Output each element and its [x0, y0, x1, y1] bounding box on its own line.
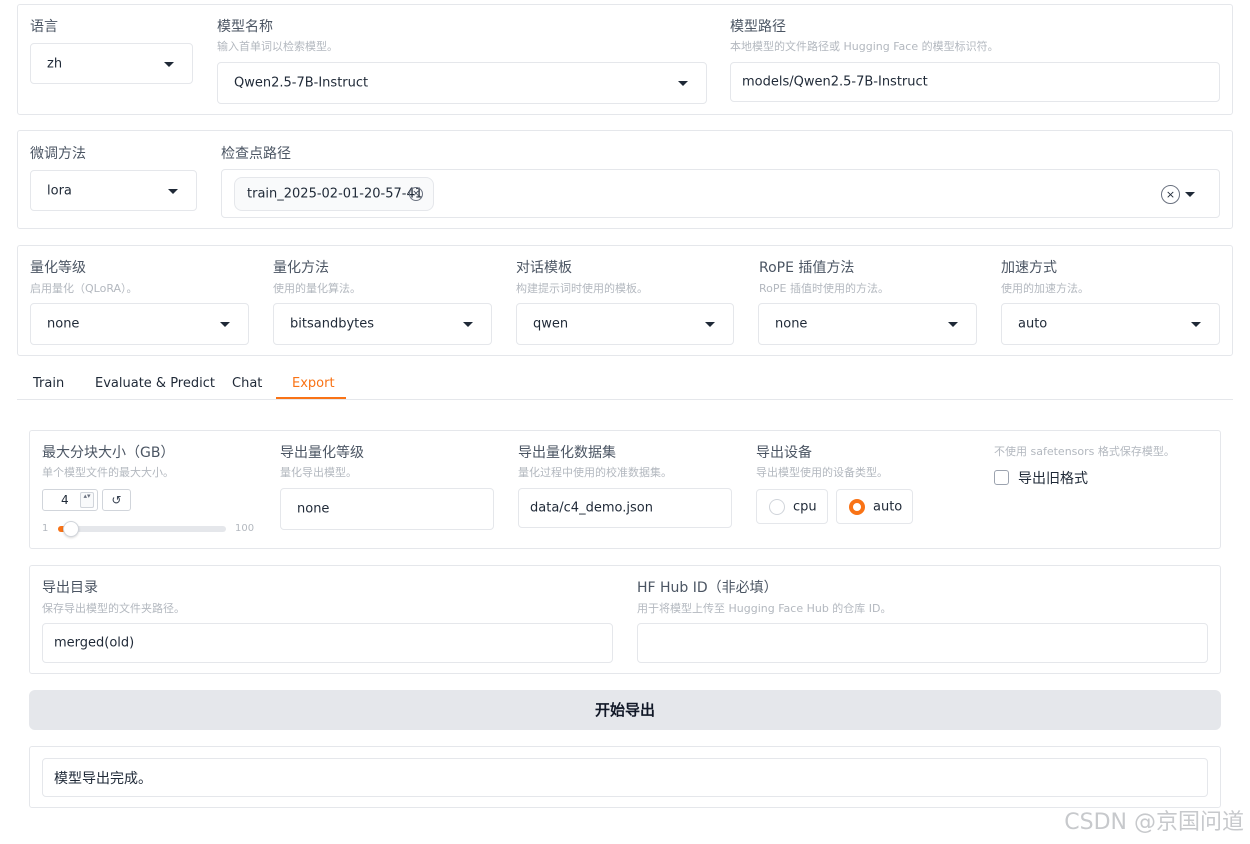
model-name-dropdown[interactable]: Qwen2.5-7B-Instruct [217, 62, 707, 104]
checkpoint-chip-label: train_2025-02-01-20-57-41 [247, 186, 424, 202]
max-shard-value: 4 [61, 493, 69, 507]
finetune-method-dropdown[interactable]: lora [30, 170, 197, 211]
export-quant-bit-label: 导出量化等级 [280, 445, 364, 461]
quant-method-label: 量化方法 [273, 260, 329, 276]
export-quant-bit-info: 量化导出模型。 [280, 466, 357, 479]
export-device-label: 导出设备 [756, 445, 812, 461]
legacy-format-checkbox[interactable] [994, 470, 1009, 485]
chevron-down-icon [168, 188, 178, 194]
checkpoint-label: 检查点路径 [221, 146, 291, 162]
template-value: qwen [533, 316, 569, 332]
max-shard-info: 单个模型文件的最大大小。 [42, 466, 174, 479]
stepper-arrows-icon[interactable]: ▴▾ [80, 492, 94, 508]
hub-id-input[interactable] [637, 623, 1208, 663]
export-dataset-info: 量化过程中使用的校准数据集。 [518, 466, 672, 479]
radio-cpu-label: cpu [793, 499, 817, 514]
slider-thumb[interactable] [63, 521, 80, 537]
chevron-down-icon [220, 322, 230, 327]
quant-bit-info: 启用量化（QLoRA）。 [30, 282, 138, 295]
radio-auto[interactable] [849, 499, 865, 515]
device-option-auto[interactable]: auto [836, 489, 913, 524]
export-dir-input[interactable]: merged(old) [42, 623, 613, 663]
output-textbox[interactable]: 模型导出完成。 [42, 758, 1208, 797]
booster-value: auto [1018, 316, 1048, 332]
radio-auto-label: auto [873, 499, 903, 514]
chevron-down-icon [1185, 191, 1195, 197]
language-value: zh [47, 56, 63, 71]
quant-method-value: bitsandbytes [290, 316, 375, 332]
tab-train[interactable]: Train [33, 376, 64, 391]
export-device-info: 导出模型使用的设备类型。 [756, 466, 888, 479]
active-tab-indicator [276, 397, 346, 399]
template-info: 构建提示词时使用的模板。 [516, 282, 648, 295]
booster-dropdown[interactable]: auto [1001, 303, 1220, 345]
tabs-divider [17, 399, 1233, 400]
quant-bit-dropdown[interactable]: none [30, 303, 249, 345]
chevron-down-icon [1191, 322, 1201, 327]
model-name-info: 输入首单词以检索模型。 [217, 40, 338, 53]
tab-evaluate-predict[interactable]: Evaluate & Predict [95, 376, 215, 391]
export-dataset-value: data/c4_demo.json [530, 500, 653, 516]
start-export-button[interactable]: 开始导出 [29, 690, 1221, 730]
chevron-down-icon [164, 61, 174, 67]
max-shard-number-input[interactable]: 4 ▴▾ [42, 489, 98, 511]
legacy-format-info: 不使用 safetensors 格式保存模型。 [994, 445, 1175, 458]
quant-method-dropdown[interactable]: bitsandbytes [273, 303, 492, 345]
model-path-info: 本地模型的文件路径或 Hugging Face 的模型标识符。 [730, 40, 999, 53]
booster-label: 加速方式 [1001, 260, 1057, 276]
language-label: 语言 [30, 19, 58, 35]
export-quant-bit-value: none [297, 501, 330, 517]
template-label: 对话模板 [516, 260, 572, 276]
slider-min-label: 1 [42, 523, 49, 534]
model-path-value: models/Qwen2.5-7B-Instruct [742, 74, 928, 90]
quant-bit-value: none [47, 316, 80, 332]
model-name-label: 模型名称 [217, 19, 273, 35]
model-name-value: Qwen2.5-7B-Instruct [234, 75, 369, 91]
checkpoint-chip: train_2025-02-01-20-57-41 × [234, 177, 434, 211]
max-shard-slider[interactable] [58, 521, 226, 537]
export-dir-value: merged(old) [54, 635, 135, 651]
max-shard-label: 最大分块大小（GB） [42, 445, 175, 461]
hub-id-label: HF Hub ID（非必填） [637, 580, 778, 596]
tab-export[interactable]: Export [292, 376, 335, 391]
chip-remove-icon[interactable]: × [409, 187, 423, 201]
reset-icon[interactable]: ↺ [102, 489, 131, 511]
finetune-method-value: lora [47, 183, 72, 198]
clear-icon[interactable]: × [1161, 185, 1180, 204]
chevron-down-icon [678, 81, 688, 86]
chevron-down-icon [948, 322, 958, 327]
rope-value: none [775, 316, 808, 332]
device-option-cpu[interactable]: cpu [756, 489, 828, 524]
rope-dropdown[interactable]: none [758, 303, 977, 345]
export-dataset-input[interactable]: data/c4_demo.json [518, 488, 732, 528]
language-dropdown[interactable]: zh [30, 43, 193, 84]
export-dir-label: 导出目录 [42, 580, 98, 596]
finetune-method-label: 微调方法 [30, 146, 86, 162]
hub-id-info: 用于将模型上传至 Hugging Face Hub 的仓库 ID。 [637, 602, 892, 615]
model-path-input[interactable]: models/Qwen2.5-7B-Instruct [730, 62, 1220, 102]
export-dataset-label: 导出量化数据集 [518, 445, 616, 461]
radio-cpu[interactable] [769, 499, 785, 515]
rope-info: RoPE 插值时使用的方法。 [759, 282, 889, 295]
export-dir-info: 保存导出模型的文件夹路径。 [42, 602, 185, 615]
watermark: CSDN @京国问道 [1064, 810, 1244, 835]
rope-label: RoPE 插值方法 [759, 260, 855, 276]
legacy-format-label: 导出旧格式 [1018, 471, 1088, 487]
slider-max-label: 100 [235, 523, 255, 534]
output-text: 模型导出完成。 [54, 770, 152, 787]
template-dropdown[interactable]: qwen [516, 303, 734, 345]
booster-info: 使用的加速方法。 [1001, 282, 1089, 295]
export-quant-bit-dropdown[interactable]: none [280, 488, 494, 530]
tab-chat[interactable]: Chat [232, 376, 262, 391]
chevron-down-icon [463, 322, 473, 327]
model-path-label: 模型路径 [730, 19, 786, 35]
quant-method-info: 使用的量化算法。 [273, 282, 361, 295]
quant-bit-label: 量化等级 [30, 260, 86, 276]
chevron-down-icon [705, 322, 715, 327]
